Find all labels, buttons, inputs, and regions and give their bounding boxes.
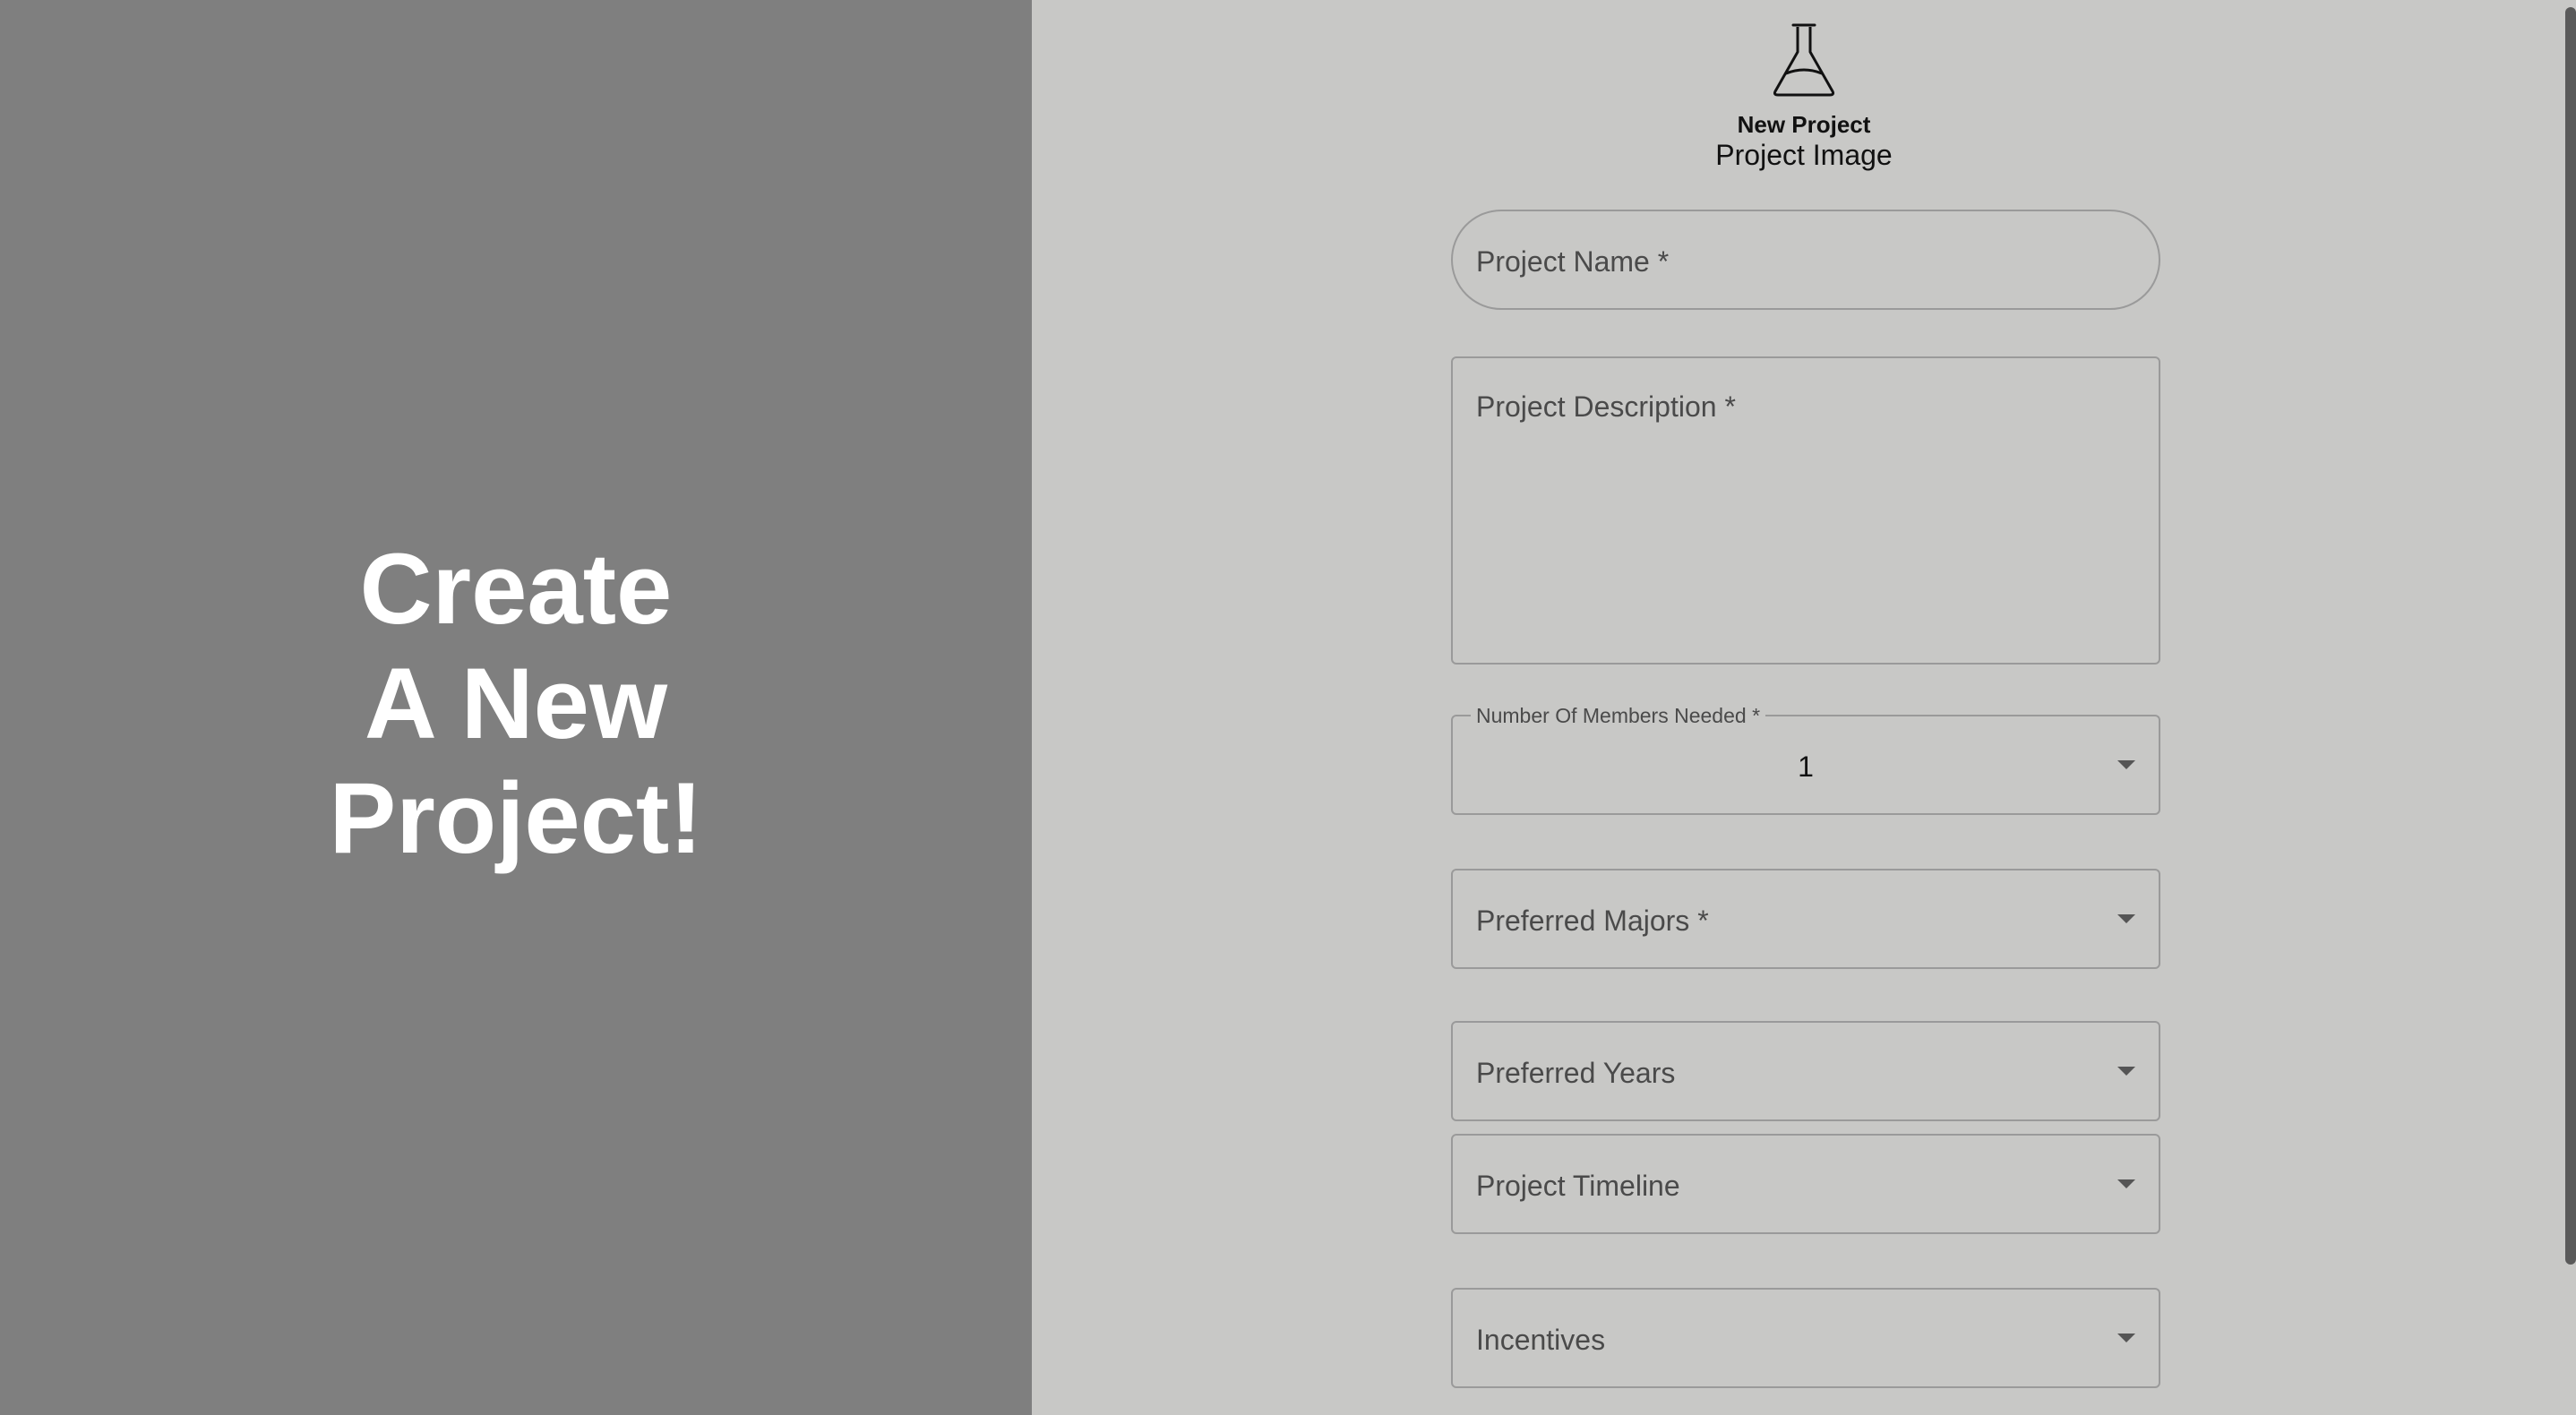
- preferred-majors-label: Preferred Majors *: [1476, 905, 1709, 937]
- hero-line-1: Create: [359, 533, 673, 645]
- project-description-label: Project Description *: [1476, 390, 1736, 423]
- chevron-down-icon[interactable]: [2117, 760, 2135, 769]
- members-needed-value: 1: [1798, 750, 1814, 783]
- hero-line-2: A New: [364, 647, 668, 759]
- scrollbar[interactable]: [2562, 0, 2576, 1415]
- form-panel: New Project Project Image Project Name *…: [1032, 0, 2576, 1415]
- chevron-down-icon[interactable]: [2117, 1334, 2135, 1342]
- project-image-label: Project Image: [1715, 139, 1893, 171]
- chevron-down-icon[interactable]: [2117, 1179, 2135, 1188]
- preferred-years-label: Preferred Years: [1476, 1057, 1676, 1089]
- members-needed-select[interactable]: Number Of Members Needed * 1: [1451, 704, 2160, 815]
- hero-heading: Create A New Project!: [330, 532, 703, 876]
- project-name-field[interactable]: Project Name *: [1451, 210, 2160, 310]
- hero-panel: Create A New Project!: [0, 0, 1032, 1415]
- preferred-years-select[interactable]: Preferred Years: [1451, 1021, 2160, 1121]
- members-needed-label: Number Of Members Needed *: [1471, 704, 1766, 727]
- project-description-field[interactable]: Project Description *: [1451, 356, 2160, 665]
- project-image-title: New Project: [1737, 111, 1871, 138]
- incentives-label: Incentives: [1476, 1324, 1606, 1356]
- preferred-majors-select[interactable]: Preferred Majors *: [1451, 869, 2160, 969]
- project-image-upload[interactable]: New Project Project Image: [1032, 21, 2576, 172]
- flask-icon[interactable]: [1768, 21, 1840, 97]
- project-timeline-label: Project Timeline: [1476, 1170, 1680, 1202]
- create-project-page: Create A New Project! New Project Projec…: [0, 0, 2576, 1415]
- hero-line-3: Project!: [329, 762, 703, 874]
- chevron-down-icon[interactable]: [2117, 1067, 2135, 1076]
- incentives-select[interactable]: Incentives: [1451, 1288, 2160, 1388]
- scrollbar-thumb[interactable]: [2565, 7, 2576, 1265]
- chevron-down-icon[interactable]: [2117, 914, 2135, 923]
- project-name-label: Project Name *: [1476, 245, 1670, 278]
- project-timeline-select[interactable]: Project Timeline: [1451, 1134, 2160, 1234]
